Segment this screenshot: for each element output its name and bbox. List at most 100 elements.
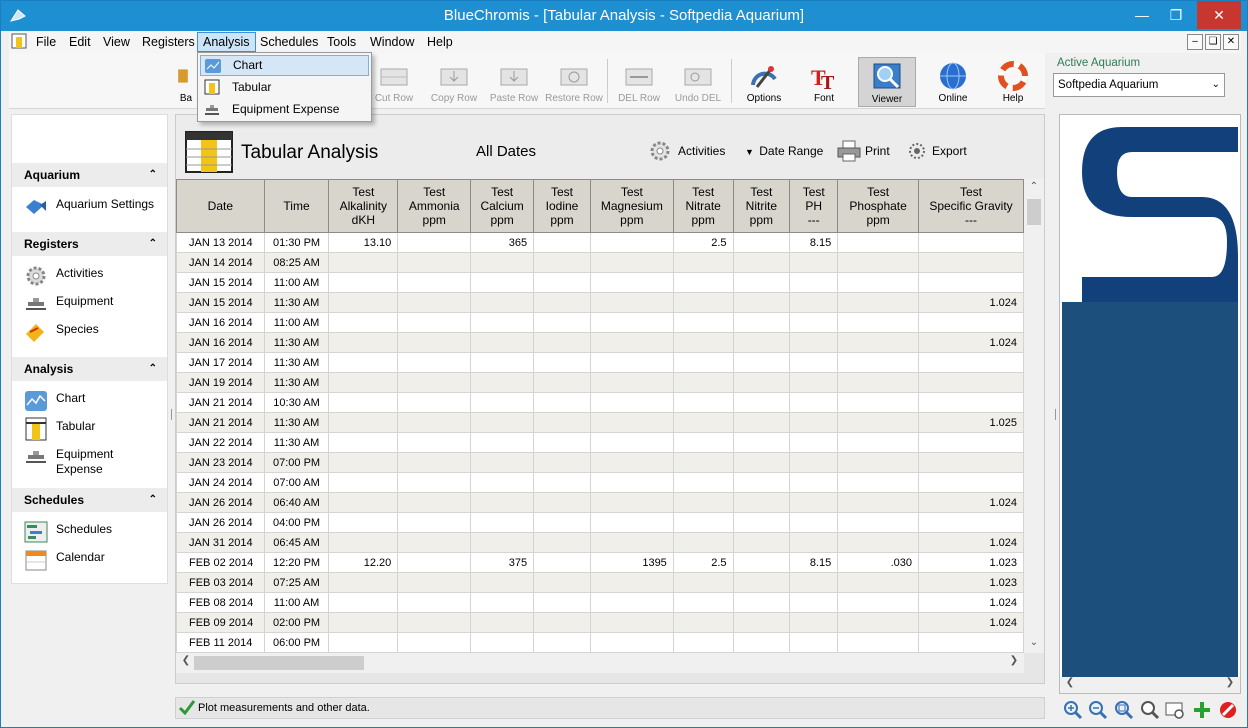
value-cell[interactable] <box>837 612 919 633</box>
date-cell[interactable]: FEB 02 2014 <box>176 552 265 573</box>
time-cell[interactable]: 07:00 PM <box>263 452 330 473</box>
time-cell[interactable]: 06:40 AM <box>263 492 330 513</box>
value-cell[interactable] <box>837 232 919 253</box>
value-cell[interactable] <box>533 492 591 513</box>
table-row[interactable]: JAN 23 2014 07:00 PM <box>176 452 1024 473</box>
value-cell[interactable] <box>397 332 472 353</box>
value-cell[interactable] <box>837 332 919 353</box>
value-cell[interactable] <box>789 632 839 653</box>
value-cell[interactable] <box>837 272 919 293</box>
value-cell[interactable] <box>533 232 591 253</box>
value-cell[interactable]: 1.024 <box>918 292 1024 313</box>
value-cell[interactable] <box>328 452 399 473</box>
copy-row-button[interactable]: Copy Row <box>425 57 483 107</box>
value-cell[interactable]: 1.024 <box>918 592 1024 613</box>
value-cell[interactable] <box>470 532 535 553</box>
value-cell[interactable] <box>837 292 919 313</box>
value-cell[interactable] <box>732 312 791 333</box>
right-splitter-handle[interactable]: │ <box>1053 409 1059 419</box>
value-cell[interactable] <box>837 452 919 473</box>
value-cell[interactable] <box>837 572 919 593</box>
column-header[interactable]: Test Alkalinity dKH <box>328 179 399 233</box>
table-row[interactable]: JAN 21 2014 10:30 AM <box>176 392 1024 413</box>
value-cell[interactable] <box>589 612 674 633</box>
close-icon[interactable]: ✕ <box>1197 1 1241 29</box>
value-cell[interactable] <box>918 512 1024 533</box>
value-cell[interactable] <box>732 232 791 253</box>
value-cell[interactable] <box>789 332 839 353</box>
value-cell[interactable] <box>672 292 734 313</box>
date-cell[interactable]: JAN 14 2014 <box>176 252 265 273</box>
menu-analysis[interactable]: Analysis <box>197 32 256 52</box>
collapse-icon[interactable]: ⌃ <box>149 488 157 512</box>
value-cell[interactable] <box>789 512 839 533</box>
value-cell[interactable] <box>732 252 791 273</box>
options-button[interactable]: Options <box>735 57 793 107</box>
value-cell[interactable] <box>672 272 734 293</box>
table-row[interactable]: JAN 16 2014 11:30 AM 1.024 <box>176 332 1024 353</box>
value-cell[interactable] <box>397 612 472 633</box>
column-header[interactable]: Test Ammonia ppm <box>397 179 472 233</box>
add-icon[interactable] <box>1192 700 1212 720</box>
value-cell[interactable] <box>397 532 472 553</box>
value-cell[interactable] <box>470 372 535 393</box>
value-cell[interactable]: 1.024 <box>918 492 1024 513</box>
value-cell[interactable] <box>397 552 472 573</box>
zoom-icon[interactable] <box>1140 700 1160 720</box>
collapse-icon[interactable]: ⌃ <box>149 232 157 256</box>
time-cell[interactable]: 11:30 AM <box>263 292 330 313</box>
value-cell[interactable] <box>470 392 535 413</box>
value-cell[interactable] <box>732 292 791 313</box>
column-header[interactable]: Test PH --- <box>789 179 839 233</box>
scroll-right-icon[interactable]: ❯ <box>1222 677 1238 693</box>
column-header[interactable]: Test Magnesium ppm <box>589 179 674 233</box>
value-cell[interactable]: .030 <box>837 552 919 573</box>
scroll-right-icon[interactable]: ❯ <box>1006 655 1022 671</box>
value-cell[interactable] <box>470 272 535 293</box>
value-cell[interactable] <box>837 412 919 433</box>
value-cell[interactable] <box>732 472 791 493</box>
table-row[interactable]: JAN 14 2014 08:25 AM <box>176 252 1024 273</box>
value-cell[interactable]: 1.024 <box>918 612 1024 633</box>
value-cell[interactable] <box>470 492 535 513</box>
time-cell[interactable]: 10:30 AM <box>263 392 330 413</box>
help-button[interactable]: Help <box>984 57 1042 107</box>
value-cell[interactable] <box>589 492 674 513</box>
value-cell[interactable] <box>328 372 399 393</box>
date-cell[interactable]: FEB 11 2014 <box>176 632 265 653</box>
time-cell[interactable]: 08:25 AM <box>263 252 330 273</box>
value-cell[interactable] <box>533 412 591 433</box>
value-cell[interactable] <box>533 512 591 533</box>
restore-row-button[interactable]: Restore Row <box>545 57 603 107</box>
value-cell[interactable] <box>732 452 791 473</box>
value-cell[interactable] <box>837 532 919 553</box>
value-cell[interactable] <box>789 292 839 313</box>
active-aquarium-select[interactable]: Softpedia Aquarium ⌄ <box>1053 73 1225 97</box>
value-cell[interactable] <box>789 532 839 553</box>
value-cell[interactable] <box>470 312 535 333</box>
time-cell[interactable]: 07:00 AM <box>263 472 330 493</box>
value-cell[interactable] <box>837 392 919 413</box>
value-cell[interactable] <box>397 412 472 433</box>
value-cell[interactable] <box>328 572 399 593</box>
zoom-in-icon[interactable] <box>1063 700 1083 720</box>
value-cell[interactable]: 2.5 <box>672 552 734 573</box>
value-cell[interactable] <box>732 592 791 613</box>
value-cell[interactable] <box>397 572 472 593</box>
value-cell[interactable] <box>732 272 791 293</box>
horizontal-scrollbar[interactable]: ❮ ❯ <box>176 653 1024 673</box>
time-cell[interactable]: 07:25 AM <box>263 572 330 593</box>
column-header[interactable]: Test Iodine ppm <box>533 179 591 233</box>
value-cell[interactable] <box>470 452 535 473</box>
table-row[interactable]: FEB 03 2014 07:25 AM 1.023 <box>176 572 1024 593</box>
value-cell[interactable] <box>672 332 734 353</box>
value-cell[interactable] <box>470 632 535 653</box>
value-cell[interactable] <box>918 252 1024 273</box>
time-cell[interactable]: 11:30 AM <box>263 352 330 373</box>
value-cell[interactable] <box>789 252 839 273</box>
value-cell[interactable] <box>470 412 535 433</box>
value-cell[interactable] <box>533 472 591 493</box>
value-cell[interactable] <box>533 352 591 373</box>
value-cell[interactable] <box>672 372 734 393</box>
date-cell[interactable]: JAN 15 2014 <box>176 272 265 293</box>
